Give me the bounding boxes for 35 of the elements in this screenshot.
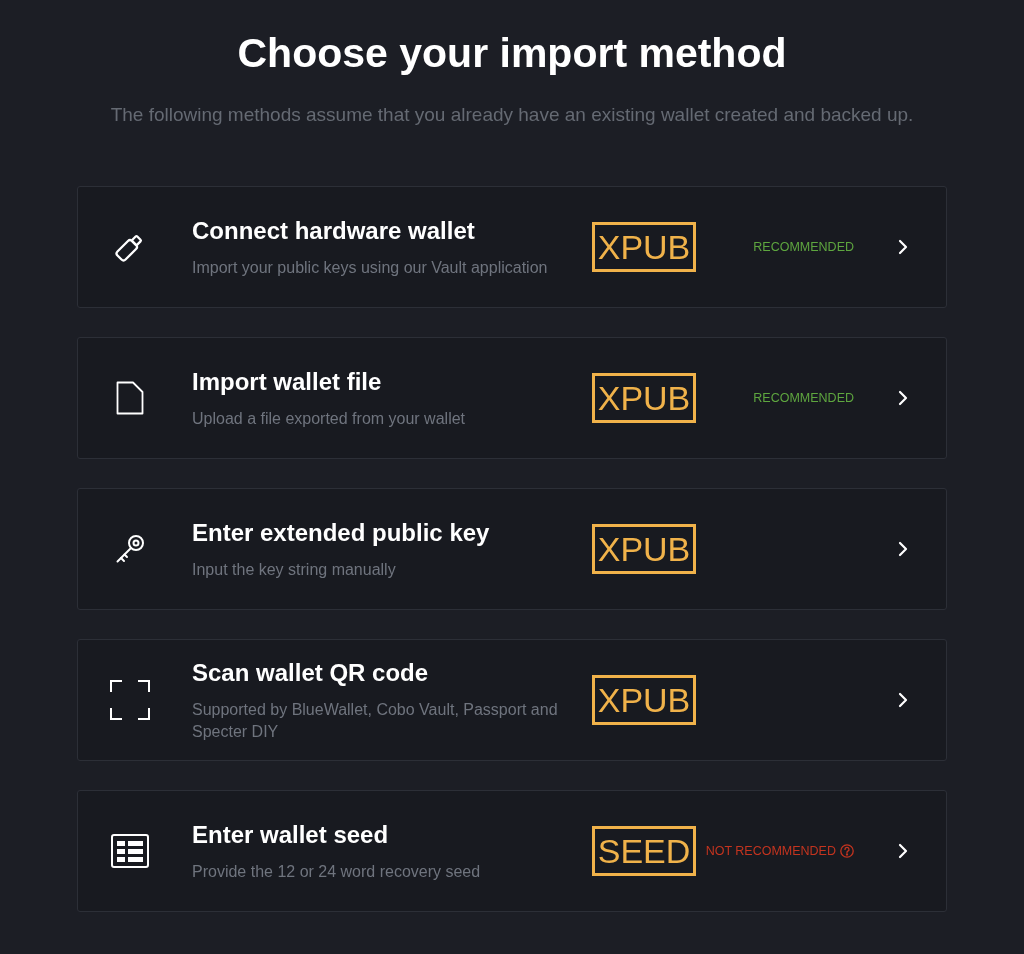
tag-label: XPUB bbox=[592, 373, 696, 423]
chevron-right-icon bbox=[898, 692, 908, 708]
help-circle-icon[interactable] bbox=[840, 844, 854, 858]
tag-label: SEED bbox=[592, 826, 696, 876]
import-method-card[interactable]: Enter wallet seed Provide the 12 or 24 word recovery seed SEED NOT RECOMMENDED bbox=[77, 790, 947, 912]
method-description: Upload a file exported from your wallet bbox=[192, 408, 467, 429]
chevron-right-icon bbox=[898, 843, 908, 859]
scan-frame-icon bbox=[110, 680, 150, 720]
import-method-card[interactable]: Import wallet file Upload a file exported from your wallet XPUB RECOMMENDED bbox=[77, 337, 947, 459]
import-method-card[interactable]: Scan wallet QR code Supported by BlueWallet, Cobo Vault, Passport and Specter DIY XPUB bbox=[77, 639, 947, 761]
tag-label: XPUB bbox=[592, 675, 696, 725]
chevron-right-icon bbox=[898, 239, 908, 255]
file-icon bbox=[116, 381, 144, 415]
method-title: Connect hardware wallet bbox=[192, 215, 476, 246]
status-label: RECOMMENDED bbox=[753, 239, 854, 255]
page-subtitle: The following methods assume that you already have an existing wallet created and backed up. bbox=[110, 103, 914, 127]
tag-label: XPUB bbox=[592, 222, 696, 272]
method-title: Enter extended public key bbox=[192, 517, 491, 548]
method-title: Enter wallet seed bbox=[192, 819, 390, 850]
word-list-icon bbox=[111, 834, 149, 868]
status-label: RECOMMENDED bbox=[753, 390, 854, 406]
tag-label: XPUB bbox=[592, 524, 696, 574]
page-title: Choose your import method bbox=[237, 29, 787, 78]
chevron-right-icon bbox=[898, 541, 908, 557]
chevron-right-icon bbox=[898, 390, 908, 406]
status-label: NOT RECOMMENDED bbox=[705, 843, 836, 859]
key-icon bbox=[114, 533, 146, 565]
method-description: Import your public keys using our Vault application bbox=[192, 257, 549, 278]
method-description: Input the key string manually bbox=[192, 559, 397, 580]
import-method-card[interactable]: Connect hardware wallet Import your public keys using our Vault application XPUB RECOMMENDED bbox=[77, 186, 947, 308]
method-title: Import wallet file bbox=[192, 366, 383, 397]
method-description: Supported by BlueWallet, Cobo Vault, Passport and Specter DIY bbox=[192, 699, 559, 742]
method-description: Provide the 12 or 24 word recovery seed bbox=[192, 861, 482, 882]
method-title: Scan wallet QR code bbox=[192, 657, 430, 688]
import-method-card[interactable]: Enter extended public key Input the key string manually XPUB bbox=[77, 488, 947, 610]
